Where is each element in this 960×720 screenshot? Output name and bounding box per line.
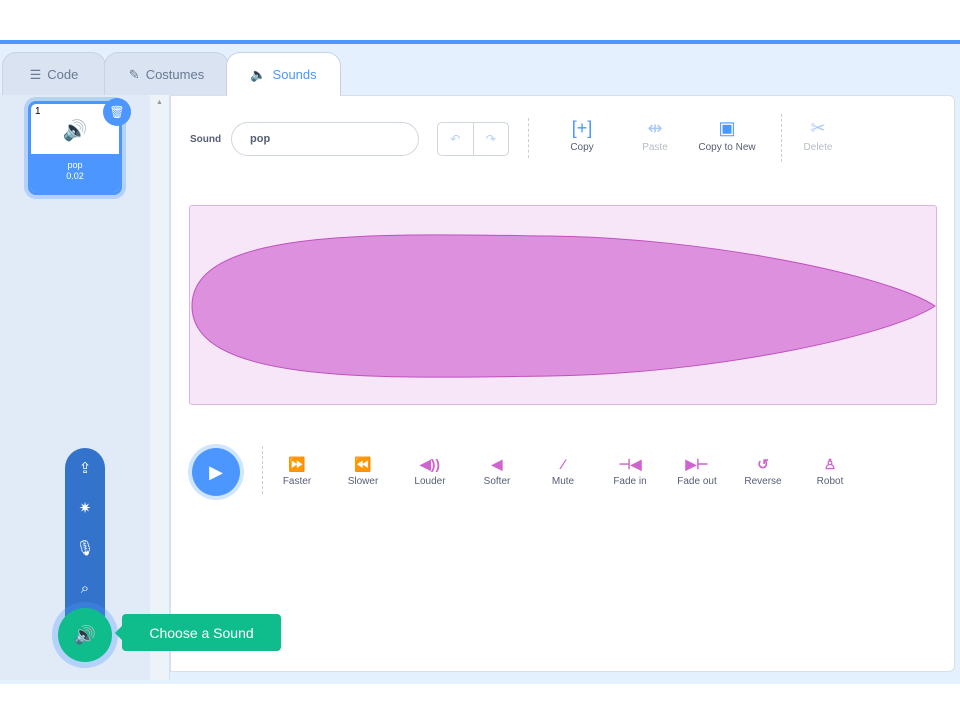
delete-sound-button[interactable]: 🗑: [103, 98, 131, 126]
effect-reverse-button[interactable]: ↺ Reverse: [733, 456, 793, 487]
fade-out-icon: ▶⊢: [685, 456, 709, 472]
copy-to-new-button[interactable]: ▣ Copy to New: [692, 118, 762, 153]
mute-icon: ⁄: [561, 456, 565, 472]
effect-fade-in-button[interactable]: ⊣◀ Fade in: [600, 456, 660, 487]
faster-icon: ⏩: [288, 456, 306, 472]
divider: [781, 114, 782, 162]
play-icon: ▶: [209, 461, 223, 482]
copy-to-new-icon: ▣: [718, 118, 736, 138]
effect-louder-button[interactable]: ◀)) Louder: [400, 456, 460, 487]
trash-icon: 🗑: [109, 105, 125, 119]
scrollbar[interactable]: ▲: [150, 95, 170, 680]
effect-fade-out-button[interactable]: ▶⊢ Fade out: [667, 456, 727, 487]
sound-name-label: Sound: [190, 134, 222, 145]
louder-icon: ◀)): [419, 456, 441, 472]
upload-icon[interactable]: ⇪: [65, 448, 105, 488]
code-icon: ☰: [29, 66, 42, 82]
fade-in-icon: ⊣◀: [618, 456, 642, 472]
tab-code[interactable]: ☰ Code: [2, 52, 106, 96]
effect-slower-button[interactable]: ⏪ Slower: [333, 456, 393, 487]
reverse-icon: ↺: [757, 456, 769, 472]
softer-icon: ◀: [491, 456, 503, 472]
tab-sounds[interactable]: 🔈 Sounds: [226, 52, 341, 96]
scissors-icon: ✂: [810, 118, 826, 138]
copy-icon: [+]: [571, 118, 593, 138]
undo-button[interactable]: ↶: [438, 123, 474, 155]
footer: [0, 684, 960, 720]
effect-robot-button[interactable]: ♙ Robot: [800, 456, 860, 487]
search-icon[interactable]: ⌕: [65, 568, 105, 608]
choose-sound-button[interactable]: 🔊: [58, 608, 112, 662]
divider: [528, 118, 529, 158]
robot-icon: ♙: [823, 456, 837, 472]
speaker-icon: 🔊: [62, 120, 88, 142]
choose-sound-tooltip: Choose a Sound: [122, 614, 281, 651]
tab-costumes[interactable]: ✎ Costumes: [104, 52, 229, 96]
paste-button[interactable]: ⇹ Paste: [620, 118, 690, 153]
sound-name-input[interactable]: pop: [231, 122, 419, 156]
speaker-icon: 🔈: [250, 66, 267, 82]
redo-button[interactable]: ↷: [474, 123, 509, 155]
copy-button[interactable]: [+] Copy: [547, 118, 617, 153]
effect-softer-button[interactable]: ◀ Softer: [467, 456, 527, 487]
play-button[interactable]: ▶: [192, 448, 240, 496]
delete-button[interactable]: ✂ Delete: [783, 118, 853, 153]
brush-icon: ✎: [128, 66, 140, 82]
effect-mute-button[interactable]: ⁄ Mute: [533, 456, 593, 487]
record-icon[interactable]: 🎙: [65, 528, 105, 568]
divider: [262, 446, 263, 494]
slower-icon: ⏪: [354, 456, 372, 472]
paste-icon: ⇹: [647, 118, 663, 138]
add-sound-icon: 🔊: [73, 624, 97, 645]
waveform-shape: [191, 234, 936, 378]
surprise-icon[interactable]: ✷: [65, 488, 105, 528]
waveform[interactable]: [189, 205, 937, 405]
effect-faster-button[interactable]: ⏩ Faster: [267, 456, 327, 487]
